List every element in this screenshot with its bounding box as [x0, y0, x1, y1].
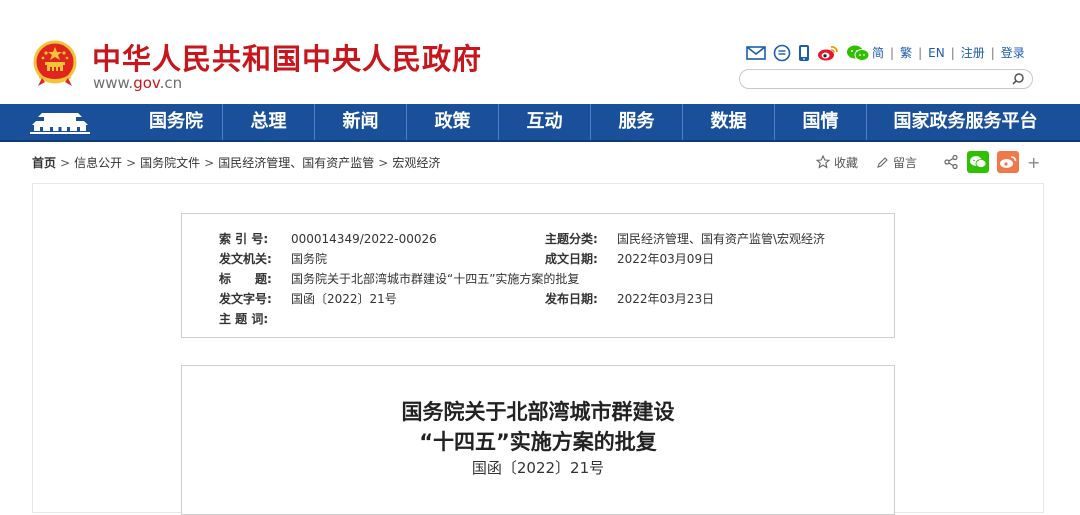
meta-written-value: 2022年03月09日: [617, 252, 715, 266]
document-title-line-1: 国务院关于北部湾城市群建设: [401, 400, 675, 424]
meta-issuer-value: 国务院: [291, 252, 328, 266]
document-number: 国函〔2022〕21号: [471, 459, 605, 477]
breadcrumb-home[interactable]: 首页: [32, 156, 56, 170]
domain-gov: gov: [133, 74, 160, 92]
meta-issuer: 发文机关: 国务院: [219, 250, 327, 267]
site-header: 中华人民共和国中央人民政府 www.gov.cn 简 | 繁 | EN | 注册…: [0, 0, 1080, 104]
meta-published-date: 发布日期: 2022年03月23日: [545, 290, 714, 307]
link-english[interactable]: EN: [928, 46, 945, 60]
document-meta-table: 索 引 号: 000014349/2022-00026 主题分类: 国民经济管理、国…: [181, 213, 895, 338]
meta-published-label: 发布日期:: [545, 292, 598, 306]
document-title-line-2: “十四五”实施方案的批复: [419, 430, 657, 454]
meta-docno-label: 发文字号:: [219, 292, 272, 306]
wechat-icon: [970, 156, 987, 168]
meta-issuer-label: 发文机关:: [219, 252, 272, 266]
meta-index: 索 引 号: 000014349/2022-00026: [219, 230, 437, 247]
breadcrumb-separator: >: [204, 156, 215, 170]
link-register[interactable]: 注册: [961, 44, 985, 61]
link-traditional[interactable]: 繁: [900, 44, 912, 61]
nav-item-policy[interactable]: 政策: [406, 104, 498, 140]
top-icon-bar: [746, 43, 870, 63]
comment-label: 留言: [893, 155, 918, 170]
language-links: 简 | 繁 | EN | 注册 | 登录: [872, 44, 1025, 61]
message-icon[interactable]: [773, 43, 791, 63]
meta-written-label: 成文日期:: [545, 252, 598, 266]
link-simplified[interactable]: 简: [872, 44, 884, 61]
mail-icon[interactable]: [746, 43, 766, 63]
weibo-icon: [1000, 156, 1017, 168]
meta-title-value: 国务院关于北部湾城市群建设“十四五”实施方案的批复: [291, 272, 580, 286]
breadcrumb-separator: >: [60, 156, 71, 170]
share-weibo-button[interactable]: [997, 151, 1019, 173]
nav-item-service-platform[interactable]: 国家政务服务平台: [866, 104, 1064, 140]
meta-index-value: 000014349/2022-00026: [291, 232, 437, 246]
meta-index-label: 索 引 号:: [219, 232, 269, 246]
nav-item-interaction[interactable]: 互动: [498, 104, 590, 140]
favorite-button[interactable]: 收藏: [816, 154, 858, 171]
breadcrumb: 首页 > 信息公开 > 国务院文件 > 国民经济管理、国有资产监管 > 宏观经济: [32, 154, 440, 171]
breadcrumb-state-council-docs[interactable]: 国务院文件: [140, 156, 200, 170]
site-domain[interactable]: www.gov.cn: [93, 74, 182, 92]
link-login[interactable]: 登录: [1001, 44, 1025, 61]
separator: |: [950, 45, 955, 60]
meta-written-date: 成文日期: 2022年03月09日: [545, 250, 714, 267]
separator: |: [890, 45, 895, 60]
meta-published-value: 2022年03月23日: [617, 292, 715, 306]
separator: |: [990, 45, 995, 60]
search-icon[interactable]: [1010, 71, 1026, 87]
share-icon[interactable]: [943, 154, 959, 170]
more-share-button[interactable]: +: [1027, 153, 1040, 172]
nav-items: 国务院 总理 新闻 政策 互动 服务 数据 国情 国家政务服务平台: [130, 104, 1064, 140]
national-emblem-icon[interactable]: [33, 40, 77, 88]
favorite-label: 收藏: [834, 155, 859, 170]
search-input[interactable]: [750, 72, 1000, 86]
comment-button[interactable]: 留言: [876, 154, 917, 171]
nav-item-data[interactable]: 数据: [682, 104, 774, 140]
meta-topic: 主题分类: 国民经济管理、国有资产监管\宏观经济: [545, 230, 825, 247]
share-wechat-button[interactable]: [967, 151, 989, 173]
site-title[interactable]: 中华人民共和国中央人民政府: [92, 36, 482, 78]
meta-title: 标 题: 国务院关于北部湾城市群建设“十四五”实施方案的批复: [219, 270, 579, 287]
meta-docno: 发文字号: 国函〔2022〕21号: [219, 290, 397, 307]
meta-keywords: 主 题 词:: [219, 310, 291, 327]
nav-item-news[interactable]: 新闻: [314, 104, 406, 140]
nav-item-state-council[interactable]: 国务院: [130, 104, 222, 140]
breadcrumb-separator: >: [378, 156, 389, 170]
nav-item-premier[interactable]: 总理: [222, 104, 314, 140]
meta-docno-value: 国函〔2022〕21号: [291, 292, 397, 306]
meta-topic-value: 国民经济管理、国有资产监管\宏观经济: [617, 232, 826, 246]
domain-prefix: www.: [93, 74, 134, 92]
meta-topic-label: 主题分类:: [545, 232, 598, 246]
main-nav: 国务院 总理 新闻 政策 互动 服务 数据 国情 国家政务服务平台: [0, 104, 1080, 142]
mobile-icon[interactable]: [798, 43, 810, 63]
share-bar: +: [943, 150, 1040, 174]
breadcrumb-separator: >: [126, 156, 137, 170]
nav-item-services[interactable]: 服务: [590, 104, 682, 140]
page-tools: 收藏 留言: [816, 150, 917, 174]
search-box: [739, 69, 1033, 89]
breadcrumb-info-disclosure[interactable]: 信息公开: [74, 156, 122, 170]
star-icon: [816, 155, 830, 169]
domain-suffix: .cn: [159, 74, 183, 92]
meta-title-label: 标 题:: [219, 272, 272, 286]
weibo-icon[interactable]: [817, 43, 839, 63]
wechat-icon[interactable]: [846, 43, 870, 63]
breadcrumb-economy-management[interactable]: 国民经济管理、国有资产监管: [218, 156, 374, 170]
meta-keywords-label: 主 题 词:: [219, 312, 269, 326]
nav-item-national-info[interactable]: 国情: [774, 104, 866, 140]
breadcrumb-macro-economy[interactable]: 宏观经济: [392, 156, 440, 170]
pencil-icon: [877, 156, 888, 168]
separator: |: [918, 45, 923, 60]
document-body: 国务院关于北部湾城市群建设 “十四五”实施方案的批复 国函〔2022〕21号: [181, 365, 895, 515]
tiananmen-icon[interactable]: [28, 107, 92, 137]
